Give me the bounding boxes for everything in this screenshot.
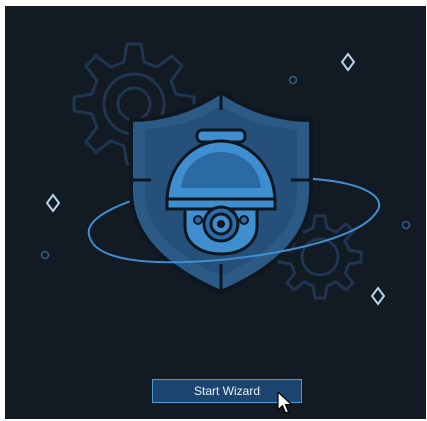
sparkle-icon <box>370 286 386 306</box>
dot-icon <box>40 250 50 260</box>
sparkle-icon <box>45 193 61 213</box>
security-shield-camera-illustration <box>40 42 411 306</box>
sparkle-icon <box>340 52 356 72</box>
dot-icon <box>401 220 411 230</box>
dot-icon <box>288 75 298 85</box>
mouse-pointer-icon <box>277 391 293 414</box>
wizard-welcome-panel: Start Wizard <box>5 6 426 419</box>
